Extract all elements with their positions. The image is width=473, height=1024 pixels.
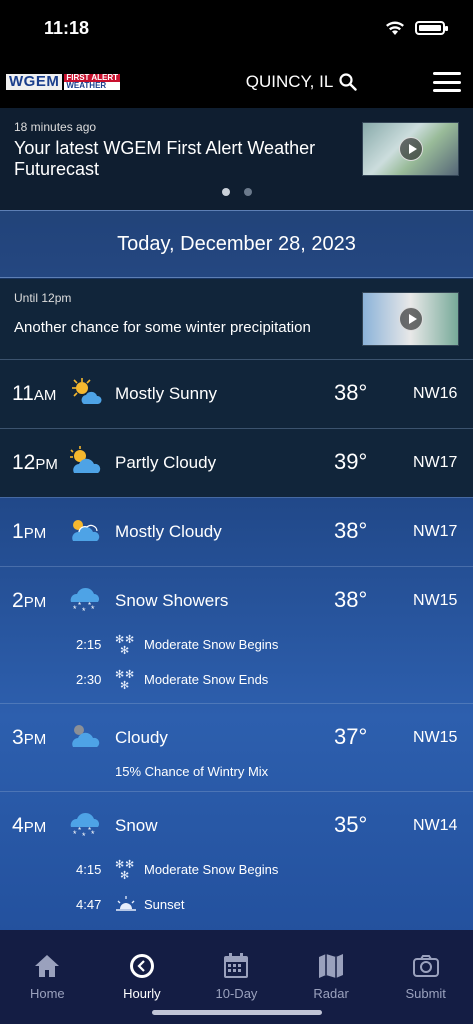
svg-text:*: *	[88, 601, 91, 610]
search-icon[interactable]	[339, 73, 357, 91]
partly-cloudy-icon	[68, 445, 104, 477]
status-bar: 11:18	[0, 0, 473, 56]
condition-text: Cloudy	[115, 728, 168, 747]
tab-label: Submit	[405, 986, 446, 1001]
calendar-icon	[224, 953, 249, 978]
temperature: 39°	[334, 449, 368, 474]
hourly-row[interactable]: 2PM * * * * * Snow Showers 38° NW15 2:15 ✻ ✻ ✻ Modera…	[0, 566, 473, 703]
svg-text:*: *	[78, 826, 81, 835]
hamburger-menu-icon[interactable]	[433, 72, 461, 92]
wind: NW16	[413, 385, 458, 402]
wind: NW17	[413, 454, 458, 471]
tab-label: Hourly	[123, 986, 161, 1001]
hourly-row[interactable]: 1PM Mostly Cloudy 38° NW17	[0, 497, 473, 566]
hour-label: 11AM	[12, 382, 57, 405]
location-selector[interactable]: QUINCY, IL	[246, 72, 358, 92]
home-indicator	[152, 1010, 322, 1015]
event-time: 4:15	[76, 862, 102, 877]
cloud-icon	[68, 720, 104, 752]
svg-text:*: *	[91, 829, 95, 839]
app-header: WGEM FIRST ALERT WEATHER QUINCY, IL	[0, 56, 473, 108]
tab-label: Radar	[313, 986, 349, 1001]
tab-label: 10-Day	[215, 986, 258, 1001]
hour-label: 4PM	[12, 814, 47, 837]
snow-cloud-icon: * * * * *	[68, 808, 104, 841]
tab-submit[interactable]: Submit	[386, 952, 466, 1024]
news-video-thumbnail[interactable]	[362, 122, 459, 176]
svg-text:✻: ✻	[120, 870, 129, 881]
carousel-dots	[222, 188, 252, 196]
svg-text:*: *	[91, 604, 95, 614]
svg-text:*: *	[73, 604, 77, 614]
tab-home[interactable]: Home	[7, 952, 87, 1024]
hourly-row[interactable]: 4PM * * * * * Snow 35° NW14 4:15 ✻ ✻ ✻ Moderate Snow …	[0, 791, 473, 930]
temperature: 38°	[334, 380, 368, 405]
clock-icon	[129, 954, 154, 978]
wgem-logo[interactable]: WGEM FIRST ALERT WEATHER	[6, 73, 121, 91]
play-icon[interactable]	[398, 137, 423, 161]
snowflake-icon: ✻ ✻ ✻	[114, 669, 138, 692]
snowflake-icon: ✻ ✻ ✻	[114, 634, 138, 657]
snowflake-icon: ✻ ✻ ✻	[114, 859, 138, 882]
precip-note: 15% Chance of Wintry Mix	[115, 764, 269, 779]
hour-label: 2PM	[12, 589, 47, 612]
camera-icon	[412, 955, 439, 977]
hourly-row[interactable]: 11AM Mostly Sunny 38° NW16	[0, 359, 473, 428]
wind: NW14	[413, 817, 458, 834]
sun-cloud-icon	[68, 376, 104, 408]
wifi-icon	[386, 21, 404, 35]
temperature: 38°	[334, 587, 368, 612]
condition-text: Partly Cloudy	[115, 453, 217, 472]
event-time: 4:47	[76, 897, 102, 912]
news-title[interactable]: Your latest WGEM First Alert Weather Fut…	[14, 138, 344, 180]
condition-text: Snow Showers	[115, 591, 229, 610]
svg-text:*: *	[78, 601, 81, 610]
battery-icon	[415, 21, 448, 35]
event-text: Moderate Snow Ends	[144, 672, 269, 687]
status-time: 11:18	[44, 17, 90, 38]
condition-text: Mostly Cloudy	[115, 522, 222, 541]
carousel-dot[interactable]	[244, 188, 252, 196]
wind: NW15	[413, 592, 458, 609]
event-time: 2:15	[76, 637, 102, 652]
event-text: Sunset	[144, 897, 185, 912]
svg-text:*: *	[73, 829, 77, 839]
logo-weather: WEATHER	[64, 82, 121, 90]
event-time: 2:30	[76, 672, 102, 687]
snow-cloud-icon: * * * * *	[68, 583, 104, 616]
date-banner: Today, December 28, 2023	[0, 210, 473, 278]
mostly-cloudy-icon	[68, 514, 104, 546]
hourly-row[interactable]: 12PM Partly Cloudy 39° NW17	[0, 428, 473, 497]
tab-label: Home	[29, 986, 65, 1001]
temperature: 38°	[334, 518, 368, 543]
hour-label: 1PM	[12, 520, 47, 543]
location-label: QUINCY, IL	[245, 72, 334, 91]
event-text: Moderate Snow Begins	[144, 862, 279, 877]
logo-text: WGEM	[6, 74, 63, 90]
alert-video-thumbnail[interactable]	[362, 292, 459, 346]
hour-label: 3PM	[12, 726, 47, 749]
temperature: 37°	[334, 724, 368, 749]
wind: NW15	[413, 729, 458, 746]
condition-text: Mostly Sunny	[115, 384, 218, 403]
hourly-row[interactable]: 3PM Cloudy 37° NW15 15% Chance of Wintry Mix	[0, 703, 473, 791]
svg-text:✻: ✻	[120, 680, 129, 691]
play-icon[interactable]	[398, 307, 423, 331]
map-icon	[319, 954, 344, 978]
event-text: Moderate Snow Begins	[144, 637, 279, 652]
hour-label: 12PM	[12, 451, 58, 474]
svg-text:*: *	[88, 826, 91, 835]
svg-text:*: *	[82, 606, 86, 615]
futurecast-news-card[interactable]: 18 minutes ago Your latest WGEM First Al…	[0, 108, 473, 210]
svg-text:✻: ✻	[120, 645, 129, 656]
forecast-alert-card[interactable]: Until 12pm Another chance for some winte…	[0, 279, 473, 359]
svg-text:*: *	[82, 831, 86, 840]
condition-text: Snow	[115, 816, 158, 835]
wind: NW17	[413, 523, 458, 540]
temperature: 35°	[334, 812, 368, 837]
carousel-dot-active[interactable]	[222, 188, 230, 196]
sunset-icon	[114, 894, 138, 916]
home-icon	[35, 955, 60, 977]
